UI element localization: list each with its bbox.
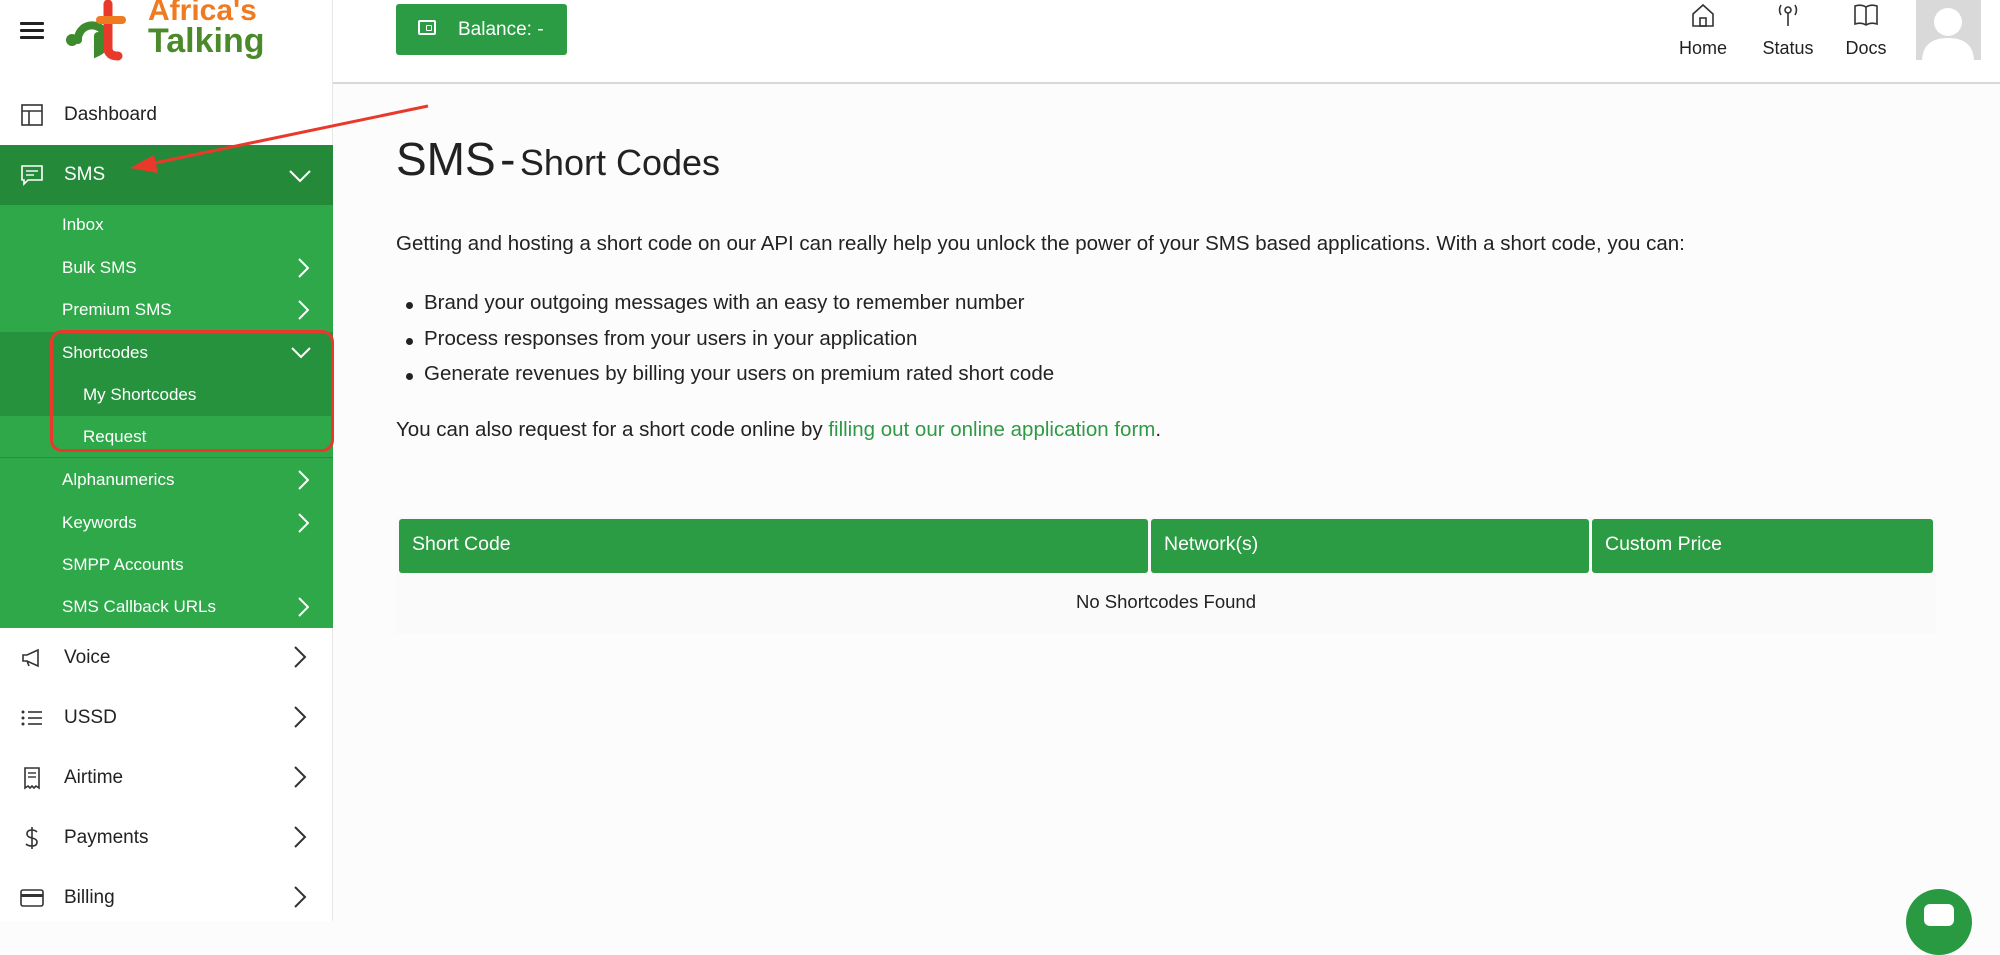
- chevron-down-icon: [289, 170, 311, 183]
- megaphone-icon: [22, 648, 39, 668]
- home-icon: [1692, 3, 1714, 27]
- chevron-right-icon: [294, 646, 307, 668]
- top-nav-docs[interactable]: Docs: [1833, 0, 1899, 66]
- empty-table-message: No Shortcodes Found: [1076, 591, 1256, 612]
- sidebar-item-sms[interactable]: SMS: [0, 145, 333, 205]
- list-icon: [21, 710, 42, 726]
- application-form-link[interactable]: filling out our online application form: [828, 418, 1155, 441]
- request-prefix: You can also request for a short code on…: [396, 418, 829, 441]
- sidebar-header: Africa's Talking: [0, 0, 333, 66]
- list-item: Process responses from your users in you…: [396, 327, 1054, 363]
- chevron-right-icon: [294, 826, 307, 848]
- shortcodes-highlight-annotation: [50, 330, 334, 452]
- sidebar-item-payments[interactable]: Payments: [0, 808, 333, 868]
- top-nav-label: Home: [1678, 38, 1727, 58]
- shortcodes-table: Short Code Network(s) Custom Price No Sh…: [396, 517, 1936, 634]
- sidebar-item-sms-callback-urls[interactable]: SMS Callback URLs: [0, 586, 333, 628]
- sidebar-item-label: Billing: [64, 887, 115, 908]
- chevron-right-icon: [298, 470, 309, 490]
- sidebar-item-label: Keywords: [62, 513, 137, 532]
- receipt-icon: [24, 767, 40, 790]
- message-icon: [21, 165, 43, 186]
- sidebar-item-keywords[interactable]: Keywords: [0, 502, 333, 544]
- chevron-right-icon: [298, 258, 309, 278]
- sidebar-item-smpp-accounts[interactable]: SMPP Accounts: [0, 544, 333, 586]
- dollar-icon: [25, 827, 38, 849]
- chevron-right-icon: [294, 706, 307, 728]
- wallet-icon: [418, 20, 436, 35]
- brand-mark-icon: [66, 0, 126, 61]
- brand-line-2: Talking: [148, 22, 265, 60]
- brand-wordmark: Africa's Talking: [148, 0, 265, 58]
- sidebar-item-alphanumerics[interactable]: Alphanumerics: [0, 459, 333, 501]
- sidebar-item-label: USSD: [64, 707, 117, 728]
- chevron-right-icon: [294, 766, 307, 788]
- sidebar-item-airtime[interactable]: Airtime: [0, 748, 333, 808]
- balance-label: Balance: -: [458, 19, 544, 40]
- request-text: You can also request for a short code on…: [396, 418, 1161, 442]
- user-avatar-icon: [1922, 8, 1974, 60]
- sidebar-item-voice[interactable]: Voice: [0, 628, 333, 688]
- list-item: Generate revenues by billing your users …: [396, 362, 1054, 398]
- column-header-custom-price[interactable]: Custom Price: [1592, 519, 1933, 573]
- sidebar-item-bulk-sms[interactable]: Bulk SMS: [0, 247, 333, 289]
- sidebar-item-label: Premium SMS: [62, 300, 172, 319]
- sidebar-item-inbox[interactable]: Inbox: [0, 204, 333, 246]
- credit-card-icon: [20, 889, 44, 907]
- sidebar-item-ussd[interactable]: USSD: [0, 688, 333, 748]
- sidebar-item-label: Airtime: [64, 767, 124, 788]
- intro-text: Getting and hosting a short code on our …: [396, 232, 1685, 255]
- page-title-separator: -: [500, 133, 516, 185]
- avatar[interactable]: [1916, 0, 1981, 60]
- balance-button[interactable]: Balance: -: [396, 4, 567, 55]
- chat-button[interactable]: [1906, 889, 1972, 955]
- sidebar-item-label: Payments: [64, 827, 149, 848]
- sidebar-item-premium-sms[interactable]: Premium SMS: [0, 289, 333, 331]
- sidebar-item-label: SMS: [64, 164, 106, 185]
- sidebar-item-label: Bulk SMS: [62, 258, 137, 277]
- hamburger-menu-icon[interactable]: [20, 20, 46, 40]
- page-title-main: SMS: [396, 133, 496, 185]
- column-header-networks[interactable]: Network(s): [1151, 519, 1589, 573]
- sidebar-item-billing[interactable]: Billing: [0, 868, 333, 928]
- dashboard-icon: [21, 104, 43, 126]
- list-item: Brand your outgoing messages with an eas…: [396, 291, 1054, 327]
- chevron-right-icon: [298, 513, 309, 533]
- sidebar-item-label: Voice: [64, 647, 111, 668]
- sidebar-item-label: SMS Callback URLs: [62, 597, 216, 616]
- antenna-icon: [1778, 4, 1798, 26]
- page-subtitle: Short Codes: [519, 142, 721, 183]
- column-header-short-code[interactable]: Short Code: [399, 519, 1148, 573]
- top-bar: Balance: - Home Status Docs: [333, 0, 2000, 84]
- top-nav-label: Status: [1762, 38, 1814, 58]
- page-title: SMS - Short Codes: [396, 132, 720, 186]
- chevron-right-icon: [298, 300, 309, 320]
- top-nav-home[interactable]: Home: [1663, 0, 1743, 66]
- top-nav-status[interactable]: Status: [1748, 0, 1828, 66]
- chevron-right-icon: [298, 597, 309, 617]
- main-content: SMS - Short Codes Getting and hosting a …: [333, 86, 2000, 921]
- sidebar-item-label: Inbox: [62, 215, 104, 234]
- sidebar-item-label: Alphanumerics: [62, 470, 175, 489]
- sidebar-item-label: Dashboard: [64, 104, 157, 125]
- benefits-list: Brand your outgoing messages with an eas…: [396, 291, 1054, 398]
- book-icon: [1854, 4, 1878, 26]
- sidebar-item-label: SMPP Accounts: [62, 555, 184, 574]
- top-nav-label: Docs: [1845, 38, 1887, 58]
- sidebar: Africa's Talking Dashboard SMS Inbox Bul…: [0, 0, 334, 921]
- request-suffix: .: [1155, 418, 1162, 441]
- chevron-right-icon: [294, 886, 307, 908]
- sidebar-item-dashboard[interactable]: Dashboard: [0, 85, 333, 145]
- brand-logo[interactable]: Africa's Talking: [64, 0, 265, 64]
